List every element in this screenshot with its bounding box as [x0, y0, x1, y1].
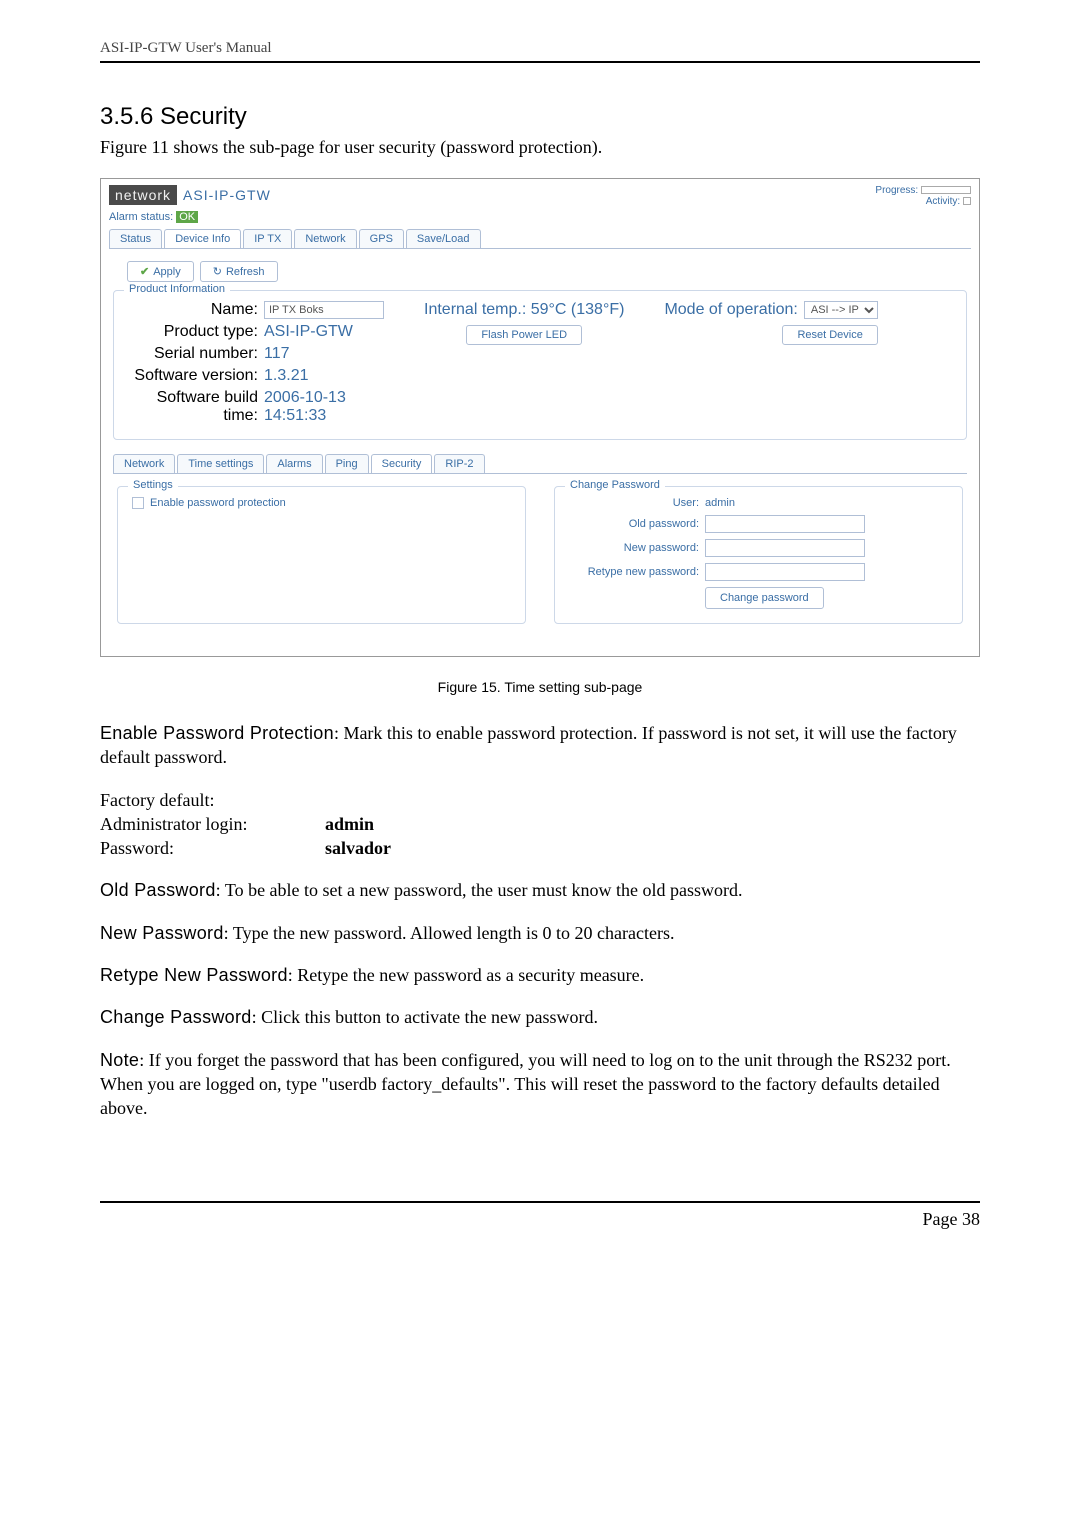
- internal-temp: Internal temp.: 59°C (138°F): [424, 301, 624, 319]
- subtab-ping[interactable]: Ping: [325, 454, 369, 473]
- note-rest: : If you forget the password that has be…: [100, 1050, 951, 1119]
- sw-version-label: Software version:: [128, 367, 258, 385]
- tab-status[interactable]: Status: [109, 229, 162, 248]
- user-value: admin: [705, 497, 865, 509]
- activity-indicator: [963, 197, 971, 205]
- alarm-status-badge: OK: [176, 211, 198, 223]
- retype-password-rest: : Retype the new password as a security …: [288, 965, 644, 985]
- enable-protection-title: Enable Password Protection: [100, 723, 334, 743]
- user-label: User:: [569, 497, 699, 509]
- refresh-label: Refresh: [226, 266, 265, 278]
- product-info-fieldset: Product Information Name: Product type: …: [113, 290, 967, 440]
- subtab-security[interactable]: Security: [371, 454, 433, 473]
- sw-version-value: 1.3.21: [264, 367, 384, 385]
- reset-device-button[interactable]: Reset Device: [782, 325, 877, 345]
- settings-legend: Settings: [128, 479, 178, 491]
- tab-network[interactable]: Network: [294, 229, 356, 248]
- subtab-rip2[interactable]: RIP-2: [434, 454, 484, 473]
- password-label: Password:: [100, 836, 325, 860]
- figure-caption: Figure 15. Time setting sub-page: [100, 679, 980, 695]
- mode-select[interactable]: ASI --> IP: [804, 301, 878, 319]
- retype-password-field[interactable]: [705, 563, 865, 581]
- refresh-icon: ↻: [213, 265, 222, 278]
- subtab-network[interactable]: Network: [113, 454, 175, 473]
- mode-label: Mode of operation:: [664, 301, 797, 319]
- section-title: 3.5.6 Security: [100, 103, 980, 131]
- password-value: salvador: [325, 836, 391, 860]
- new-password-title: New Password: [100, 923, 224, 943]
- tab-ip-tx[interactable]: IP TX: [243, 229, 292, 248]
- tab-gps[interactable]: GPS: [359, 229, 404, 248]
- refresh-button[interactable]: ↻ Refresh: [200, 261, 278, 282]
- factory-defaults: Factory default: Administrator login: ad…: [100, 788, 980, 861]
- tab-device-info[interactable]: Device Info: [164, 229, 241, 248]
- name-field[interactable]: [264, 301, 384, 319]
- check-icon: ✔: [140, 265, 149, 278]
- enable-protection-paragraph: Enable Password Protection: Mark this to…: [100, 721, 980, 770]
- old-password-rest: : To be able to set a new password, the …: [216, 880, 743, 900]
- retype-password-paragraph: Retype New Password: Retype the new pass…: [100, 963, 980, 987]
- activity-label: Activity:: [926, 196, 960, 207]
- product-type-label: Product type:: [128, 323, 258, 341]
- page-footer: Page 38: [100, 1201, 980, 1230]
- build-value: 2006-10-13 14:51:33: [264, 389, 384, 425]
- intro-text: Figure 11 shows the sub-page for user se…: [100, 137, 980, 158]
- change-password-button[interactable]: Change password: [705, 587, 824, 609]
- apply-button[interactable]: ✔ Apply: [127, 261, 194, 282]
- old-password-title: Old Password: [100, 880, 216, 900]
- apply-label: Apply: [153, 266, 181, 278]
- enable-password-checkbox[interactable]: [132, 497, 144, 509]
- change-password-paragraph: Change Password: Click this button to ac…: [100, 1005, 980, 1029]
- alarm-status-label: Alarm status:: [109, 211, 173, 223]
- new-password-field[interactable]: [705, 539, 865, 557]
- change-password-fieldset: Change Password User: admin Old password…: [554, 486, 963, 624]
- note-title: Note: [100, 1050, 139, 1070]
- build-label: Software build time:: [128, 389, 258, 425]
- new-password-label: New password:: [569, 542, 699, 554]
- sub-tabbar: Network Time settings Alarms Ping Securi…: [113, 454, 967, 474]
- retype-password-title: Retype New Password: [100, 965, 288, 985]
- serial-label: Serial number:: [128, 345, 258, 363]
- retype-password-label: Retype new password:: [569, 566, 699, 578]
- page-header: ASI-IP-GTW User's Manual: [100, 40, 980, 63]
- product-name: ASI-IP-GTW: [183, 187, 271, 203]
- flash-led-button[interactable]: Flash Power LED: [466, 325, 582, 345]
- change-password-title: Change Password: [100, 1007, 252, 1027]
- admin-login-value: admin: [325, 812, 374, 836]
- main-tabbar: Status Device Info IP TX Network GPS Sav…: [109, 229, 971, 249]
- screenshot-container: network ASI-IP-GTW Progress: Activity: A…: [100, 178, 980, 657]
- product-info-legend: Product Information: [124, 283, 230, 295]
- old-password-paragraph: Old Password: To be able to set a new pa…: [100, 878, 980, 902]
- change-password-legend: Change Password: [565, 479, 665, 491]
- enable-password-label: Enable password protection: [150, 497, 286, 509]
- change-password-rest: : Click this button to activate the new …: [252, 1007, 598, 1027]
- admin-login-label: Administrator login:: [100, 812, 325, 836]
- subtab-time-settings[interactable]: Time settings: [177, 454, 264, 473]
- serial-value: 117: [264, 345, 384, 363]
- progress-bar: [921, 186, 971, 194]
- old-password-label: Old password:: [569, 518, 699, 530]
- name-label: Name:: [128, 301, 258, 319]
- settings-fieldset: Settings Enable password protection: [117, 486, 526, 624]
- progress-label: Progress:: [875, 185, 918, 196]
- new-password-paragraph: New Password: Type the new password. All…: [100, 921, 980, 945]
- factory-default-intro: Factory default:: [100, 788, 980, 812]
- subtab-alarms[interactable]: Alarms: [266, 454, 322, 473]
- product-type-value: ASI-IP-GTW: [264, 323, 384, 341]
- brand-logo: network: [109, 185, 177, 205]
- new-password-rest: : Type the new password. Allowed length …: [224, 923, 675, 943]
- tab-save-load[interactable]: Save/Load: [406, 229, 481, 248]
- note-paragraph: Note: If you forget the password that ha…: [100, 1048, 980, 1121]
- old-password-field[interactable]: [705, 515, 865, 533]
